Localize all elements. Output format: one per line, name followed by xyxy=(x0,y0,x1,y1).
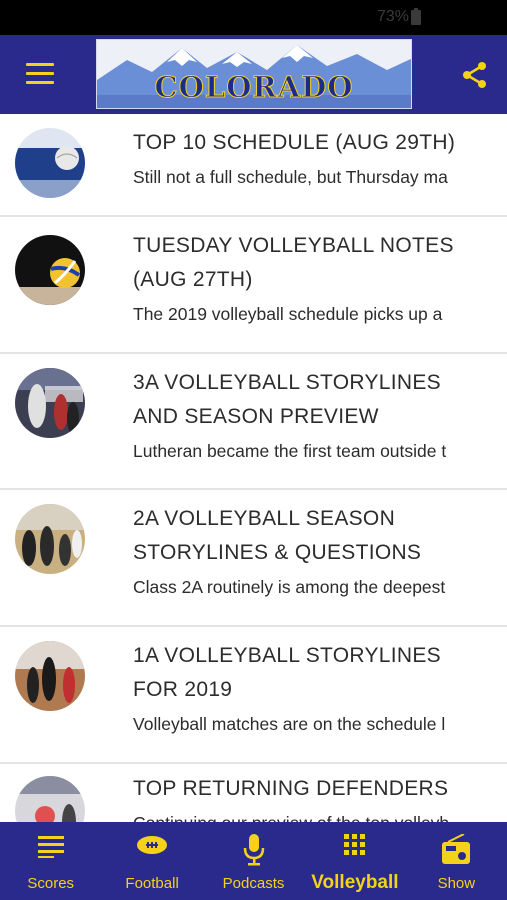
article-thumbnail xyxy=(15,128,85,198)
article-title: TUESDAY VOLLEYBALL NOTES (AUG 27TH) xyxy=(133,234,454,291)
article-thumbnail xyxy=(15,641,85,711)
battery-percent: 73% xyxy=(376,8,409,25)
article-title: 1A VOLLEYBALL STORYLINES FOR 2019 xyxy=(133,644,441,701)
app-bar: COLORADO PREPS xyxy=(0,35,507,114)
article-thumbnail xyxy=(15,235,85,305)
article-thumbnail xyxy=(15,776,85,822)
nav-podcasts[interactable]: Podcasts xyxy=(203,822,304,900)
article-title: TOP RETURNING DEFENDERS xyxy=(133,777,449,800)
nav-label: Podcasts xyxy=(222,875,285,892)
list-icon xyxy=(37,834,64,863)
list-item[interactable]: TUESDAY VOLLEYBALL NOTES (AUG 27TH) The … xyxy=(0,217,507,354)
list-item[interactable]: TOP 10 SCHEDULE (AUG 29TH) Still not a f… xyxy=(0,114,507,217)
nav-show[interactable]: Show xyxy=(406,822,507,900)
share-icon[interactable] xyxy=(461,61,489,89)
article-summary: Volleyball matches are on the schedule l xyxy=(133,714,446,734)
battery-icon xyxy=(411,8,421,25)
nav-label: Volleyball xyxy=(311,872,399,893)
list-item[interactable]: 2A VOLLEYBALL SEASON STORYLINES & QUESTI… xyxy=(0,490,507,627)
nav-scores[interactable]: Scores xyxy=(0,822,101,900)
article-summary: Continuing our preview of the top volley… xyxy=(133,806,487,822)
logo-text: COLORADO PREPS xyxy=(154,70,354,109)
article-thumbnail xyxy=(15,504,85,574)
colorado-preps-logo: COLORADO PREPS xyxy=(96,39,412,109)
microphone-icon xyxy=(243,834,265,871)
article-thumbnail xyxy=(15,368,85,438)
article-title: 3A VOLLEYBALL STORYLINES AND SEASON PREV… xyxy=(133,371,441,428)
grid-icon xyxy=(343,834,366,861)
radio-icon xyxy=(442,833,471,869)
list-item[interactable]: 1A VOLLEYBALL STORYLINES FOR 2019 Volley… xyxy=(0,627,507,764)
nav-football[interactable]: Football xyxy=(101,822,202,900)
article-summary: The 2019 volleyball schedule picks up a xyxy=(133,304,443,324)
article-summary: Class 2A routinely is among the deepest xyxy=(133,577,446,597)
football-icon xyxy=(136,834,168,861)
hamburger-menu-icon[interactable] xyxy=(26,63,54,85)
article-summary: Still not a full schedule, but Thursday … xyxy=(133,167,448,187)
article-list: TOP 10 SCHEDULE (AUG 29TH) Still not a f… xyxy=(0,114,507,822)
list-item[interactable]: TOP RETURNING DEFENDERS Continuing our p… xyxy=(0,764,507,822)
article-title: 2A VOLLEYBALL SEASON STORYLINES & QUESTI… xyxy=(133,507,422,564)
status-bar: 73% xyxy=(0,0,507,35)
bottom-navigation: Scores Football Podcasts Volleyball Show xyxy=(0,822,507,900)
article-title: TOP 10 SCHEDULE (AUG 29TH) xyxy=(133,131,456,154)
nav-label: Show xyxy=(437,875,476,892)
nav-label: Scores xyxy=(27,875,75,892)
nav-label: Football xyxy=(125,875,179,892)
article-summary: Lutheran became the first team outside t xyxy=(133,441,447,461)
nav-volleyball[interactable]: Volleyball xyxy=(304,822,405,900)
list-item[interactable]: 3A VOLLEYBALL STORYLINES AND SEASON PREV… xyxy=(0,354,507,490)
